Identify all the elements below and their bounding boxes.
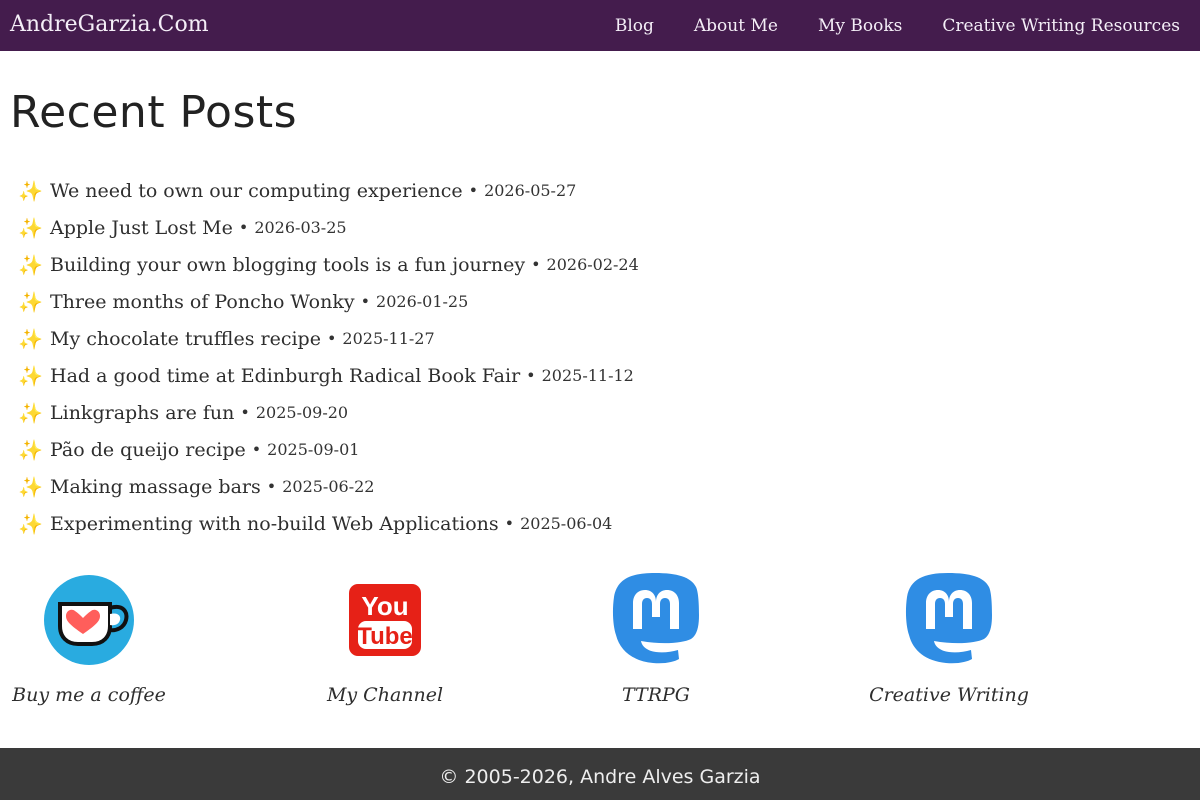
post-date: 2025-11-12 <box>541 366 634 385</box>
post-link[interactable]: Experimenting with no-build Web Applicat… <box>50 513 499 535</box>
post-link[interactable]: Had a good time at Edinburgh Radical Boo… <box>50 365 520 387</box>
post-date: 2025-06-22 <box>282 477 375 496</box>
ko-fi-cup-icon <box>39 570 139 670</box>
svg-text:You: You <box>361 591 408 621</box>
main-nav: Blog About Me My Books Creative Writing … <box>615 0 1200 51</box>
list-item: ✨ Building your own blogging tools is a … <box>18 246 918 283</box>
list-item: ✨ We need to own our computing experienc… <box>18 172 918 209</box>
list-item: ✨ Pão de queijo recipe • 2025-09-01 <box>18 431 918 468</box>
sparkles-icon: ✨ <box>18 326 43 351</box>
social-label: My Channel <box>326 684 444 706</box>
list-item: ✨ Linkgraphs are fun • 2025-09-20 <box>18 394 918 431</box>
post-link[interactable]: Pão de queijo recipe <box>50 439 246 461</box>
list-item: ✨ Apple Just Lost Me • 2026-03-25 <box>18 209 918 246</box>
post-date: 2025-11-27 <box>342 329 435 348</box>
separator: • <box>531 255 541 274</box>
post-link[interactable]: Linkgraphs are fun <box>50 402 234 424</box>
post-link[interactable]: My chocolate truffles recipe <box>50 328 321 350</box>
post-date: 2026-05-27 <box>484 181 577 200</box>
nav-books-link[interactable]: My Books <box>818 16 902 36</box>
my-channel-link[interactable]: You Tube My Channel <box>275 570 495 706</box>
social-label: Buy me a coffee <box>12 684 166 706</box>
site-title-link[interactable]: AndreGarzia.Com <box>10 10 209 40</box>
list-item: ✨ Had a good time at Edinburgh Radical B… <box>18 357 918 394</box>
separator: • <box>526 366 536 385</box>
post-date: 2026-01-25 <box>376 292 469 311</box>
post-date: 2025-09-20 <box>255 403 349 422</box>
post-date: 2025-06-04 <box>520 514 613 533</box>
post-link[interactable]: We need to own our computing experience <box>50 180 463 202</box>
post-date: 2025-09-01 <box>267 440 360 459</box>
svg-text:Tube: Tube <box>357 623 413 650</box>
nav-about-link[interactable]: About Me <box>694 16 778 36</box>
creative-writing-mastodon-link[interactable]: Creative Writing <box>839 570 1059 706</box>
site-header: AndreGarzia.Com Blog About Me My Books C… <box>0 0 1200 51</box>
post-date: 2026-02-24 <box>546 255 639 274</box>
separator: • <box>251 440 262 459</box>
post-link[interactable]: Apple Just Lost Me <box>50 217 233 239</box>
youtube-icon: You Tube <box>335 570 435 670</box>
list-item: ✨ Experimenting with no-build Web Applic… <box>18 505 918 542</box>
list-item: ✨ Making massage bars • 2025-06-22 <box>18 468 918 505</box>
copyright-text: © 2005-2026, Andre Alves Garzia <box>439 766 761 788</box>
sparkles-icon: ✨ <box>18 363 43 388</box>
post-link[interactable]: Making massage bars <box>50 476 261 498</box>
sparkles-icon: ✨ <box>18 252 43 277</box>
sparkles-icon: ✨ <box>18 400 43 425</box>
ttrpg-mastodon-link[interactable]: TTRPG <box>546 570 766 706</box>
sparkles-icon: ✨ <box>18 178 43 203</box>
sparkles-icon: ✨ <box>18 289 43 314</box>
separator: • <box>240 403 250 422</box>
mastodon-icon <box>899 570 999 670</box>
sparkles-icon: ✨ <box>18 437 43 462</box>
separator: • <box>468 181 479 200</box>
separator: • <box>360 292 371 311</box>
social-label: TTRPG <box>622 684 690 706</box>
recent-posts-list: ✨ We need to own our computing experienc… <box>18 172 918 542</box>
mastodon-icon <box>606 570 706 670</box>
sparkles-icon: ✨ <box>18 215 43 240</box>
post-date: 2026-03-25 <box>254 218 347 237</box>
social-label: Creative Writing <box>869 684 1029 706</box>
separator: • <box>266 477 277 496</box>
site-footer: © 2005-2026, Andre Alves Garzia <box>0 748 1200 800</box>
separator: • <box>504 514 515 533</box>
buy-me-a-coffee-link[interactable]: Buy me a coffee <box>0 570 199 706</box>
post-link[interactable]: Building your own blogging tools is a fu… <box>50 254 525 276</box>
list-item: ✨ Three months of Poncho Wonky • 2026-01… <box>18 283 918 320</box>
sparkles-icon: ✨ <box>18 511 43 536</box>
nav-blog-link[interactable]: Blog <box>615 16 654 36</box>
sparkles-icon: ✨ <box>18 474 43 499</box>
post-link[interactable]: Three months of Poncho Wonky <box>50 291 355 313</box>
separator: • <box>326 329 337 348</box>
separator: • <box>238 218 249 237</box>
list-item: ✨ My chocolate truffles recipe • 2025-11… <box>18 320 918 357</box>
nav-writing-resources-link[interactable]: Creative Writing Resources <box>942 16 1180 36</box>
page-title: Recent Posts <box>10 87 298 138</box>
